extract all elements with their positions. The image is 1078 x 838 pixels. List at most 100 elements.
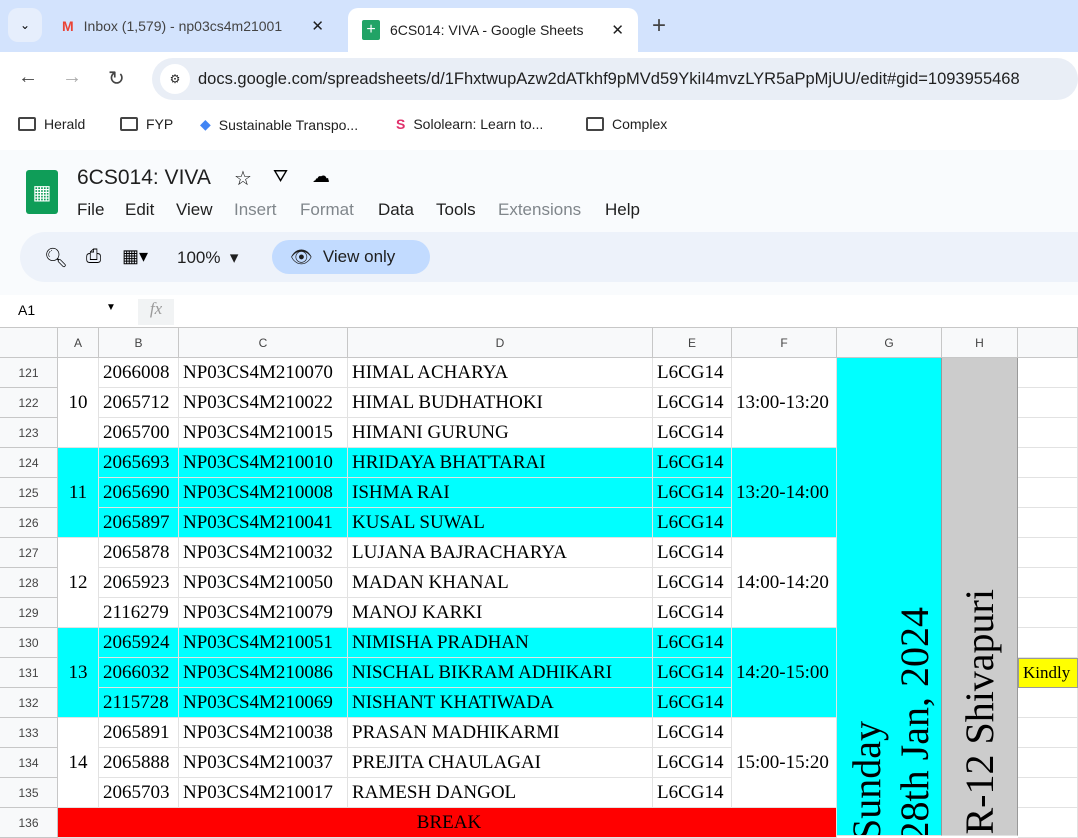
cell-id[interactable]: 2065891 (99, 718, 179, 748)
bookmark-sustainable[interactable]: ◆ Sustainable Transpo... (200, 116, 358, 133)
cell-time-slot[interactable]: 13:00-13:20 (732, 358, 837, 448)
menu-help[interactable]: Help (605, 200, 640, 220)
column-header-d[interactable]: D (348, 328, 653, 358)
cell-id[interactable]: 2065897 (99, 508, 179, 538)
cell-empty[interactable] (1018, 598, 1078, 628)
menu-view[interactable]: View (176, 200, 213, 220)
cell-group-number[interactable]: 12 (58, 538, 99, 628)
star-icon[interactable]: ☆ (234, 166, 252, 191)
cell-break[interactable]: BREAK (58, 808, 837, 838)
cell-id[interactable]: 2065878 (99, 538, 179, 568)
cell-group[interactable]: L6CG14 (653, 658, 732, 688)
bookmark-fyp[interactable]: FYP (120, 116, 173, 132)
cell-code[interactable]: NP03CS4M210037 (179, 748, 348, 778)
menu-data[interactable]: Data (378, 200, 414, 220)
cell-time-slot[interactable]: 14:20-15:00 (732, 628, 837, 718)
cell-group-number[interactable]: 14 (58, 718, 99, 808)
cell-code[interactable]: NP03CS4M210038 (179, 718, 348, 748)
column-header-i[interactable] (1018, 328, 1078, 358)
cell-name[interactable]: NIMISHA PRADHAN (348, 628, 653, 658)
cell-group[interactable]: L6CG14 (653, 598, 732, 628)
cell-empty[interactable] (1018, 688, 1078, 718)
cell-group-number[interactable]: 13 (58, 628, 99, 718)
row-header[interactable]: 127 (0, 538, 58, 568)
cell-empty[interactable] (1018, 808, 1078, 838)
row-header[interactable]: 136 (0, 808, 58, 838)
cell-code[interactable]: NP03CS4M210008 (179, 478, 348, 508)
cell-empty[interactable] (1018, 388, 1078, 418)
cell-venue-merged[interactable]: TR-12 Shivapuri (942, 358, 1018, 836)
cell-empty[interactable] (1018, 538, 1078, 568)
cell-group[interactable]: L6CG14 (653, 568, 732, 598)
row-header[interactable]: 124 (0, 448, 58, 478)
cell-group[interactable]: L6CG14 (653, 388, 732, 418)
cell-empty[interactable] (1018, 568, 1078, 598)
print-icon[interactable]: ⎙ (86, 246, 101, 268)
cell-group[interactable]: L6CG14 (653, 358, 732, 388)
cell-note[interactable]: Kindly (1018, 658, 1078, 688)
cell-group[interactable]: L6CG14 (653, 478, 732, 508)
cell-code[interactable]: NP03CS4M210051 (179, 628, 348, 658)
cell-name[interactable]: MADAN KHANAL (348, 568, 653, 598)
cell-code[interactable]: NP03CS4M210032 (179, 538, 348, 568)
cell-group[interactable]: L6CG14 (653, 628, 732, 658)
menu-file[interactable]: File (77, 200, 104, 220)
cell-name[interactable]: MANOJ KARKI (348, 598, 653, 628)
column-header-c[interactable]: C (179, 328, 348, 358)
cell-name[interactable]: LUJANA BAJRACHARYA (348, 538, 653, 568)
row-header[interactable]: 135 (0, 778, 58, 808)
bookmark-sololearn[interactable]: S Sololearn: Learn to... (396, 116, 543, 132)
cell-name[interactable]: HRIDAYA BHATTARAI (348, 448, 653, 478)
document-title[interactable]: 6CS014: VIVA (77, 166, 211, 190)
address-bar[interactable]: ⚙ docs.google.com/spreadsheets/d/1Fhxtwu… (152, 58, 1078, 100)
cell-name[interactable]: PREJITA CHAULAGAI (348, 748, 653, 778)
cell-code[interactable]: NP03CS4M210010 (179, 448, 348, 478)
back-icon[interactable]: ← (18, 66, 38, 89)
menu-extensions[interactable]: Extensions (498, 200, 581, 220)
bookmark-herald[interactable]: Herald (18, 116, 85, 132)
row-header[interactable]: 130 (0, 628, 58, 658)
row-header[interactable]: 126 (0, 508, 58, 538)
column-header-a[interactable]: A (58, 328, 99, 358)
cell-id[interactable]: 2065924 (99, 628, 179, 658)
cell-date-merged[interactable]: Sunday 28th Jan, 2024 (837, 358, 942, 836)
cell-empty[interactable] (1018, 718, 1078, 748)
cell-id[interactable]: 2065693 (99, 448, 179, 478)
name-box[interactable]: A1 ▼ (18, 302, 118, 318)
cell-group[interactable]: L6CG14 (653, 778, 732, 808)
cell-time-slot[interactable]: 14:00-14:20 (732, 538, 837, 628)
cell-time-slot[interactable]: 13:20-14:00 (732, 448, 837, 538)
cell-empty[interactable] (1018, 418, 1078, 448)
column-header-b[interactable]: B (99, 328, 179, 358)
cell-group[interactable]: L6CG14 (653, 688, 732, 718)
column-header-h[interactable]: H (942, 328, 1018, 358)
menu-format[interactable]: Format (300, 200, 354, 220)
row-header[interactable]: 122 (0, 388, 58, 418)
cell-code[interactable]: NP03CS4M210079 (179, 598, 348, 628)
cell-empty[interactable] (1018, 358, 1078, 388)
paint-format-icon[interactable]: ▦▾ (122, 246, 148, 267)
row-header[interactable]: 121 (0, 358, 58, 388)
cell-empty[interactable] (1018, 748, 1078, 778)
cell-group[interactable]: L6CG14 (653, 508, 732, 538)
cell-empty[interactable] (1018, 478, 1078, 508)
forward-icon[interactable]: → (62, 66, 82, 89)
cell-group[interactable]: L6CG14 (653, 748, 732, 778)
cell-group[interactable]: L6CG14 (653, 448, 732, 478)
column-header-e[interactable]: E (653, 328, 732, 358)
tab-sheets[interactable]: + 6CS014: VIVA - Google Sheets ✕ (348, 8, 638, 52)
cell-group[interactable]: L6CG14 (653, 538, 732, 568)
cell-name[interactable]: NISCHAL BIKRAM ADHIKARI (348, 658, 653, 688)
cell-code[interactable]: NP03CS4M210015 (179, 418, 348, 448)
search-icon[interactable]: 🔍︎ (44, 246, 68, 270)
cell-group-number[interactable]: 10 (58, 358, 99, 448)
cell-code[interactable]: NP03CS4M210022 (179, 388, 348, 418)
cell-empty[interactable] (1018, 778, 1078, 808)
close-tab-icon[interactable]: ✕ (311, 17, 324, 35)
row-header[interactable]: 125 (0, 478, 58, 508)
menu-edit[interactable]: Edit (125, 200, 154, 220)
menu-insert[interactable]: Insert (234, 200, 277, 220)
cell-id[interactable]: 2065703 (99, 778, 179, 808)
cell-name[interactable]: ISHMA RAI (348, 478, 653, 508)
cell-empty[interactable] (1018, 448, 1078, 478)
